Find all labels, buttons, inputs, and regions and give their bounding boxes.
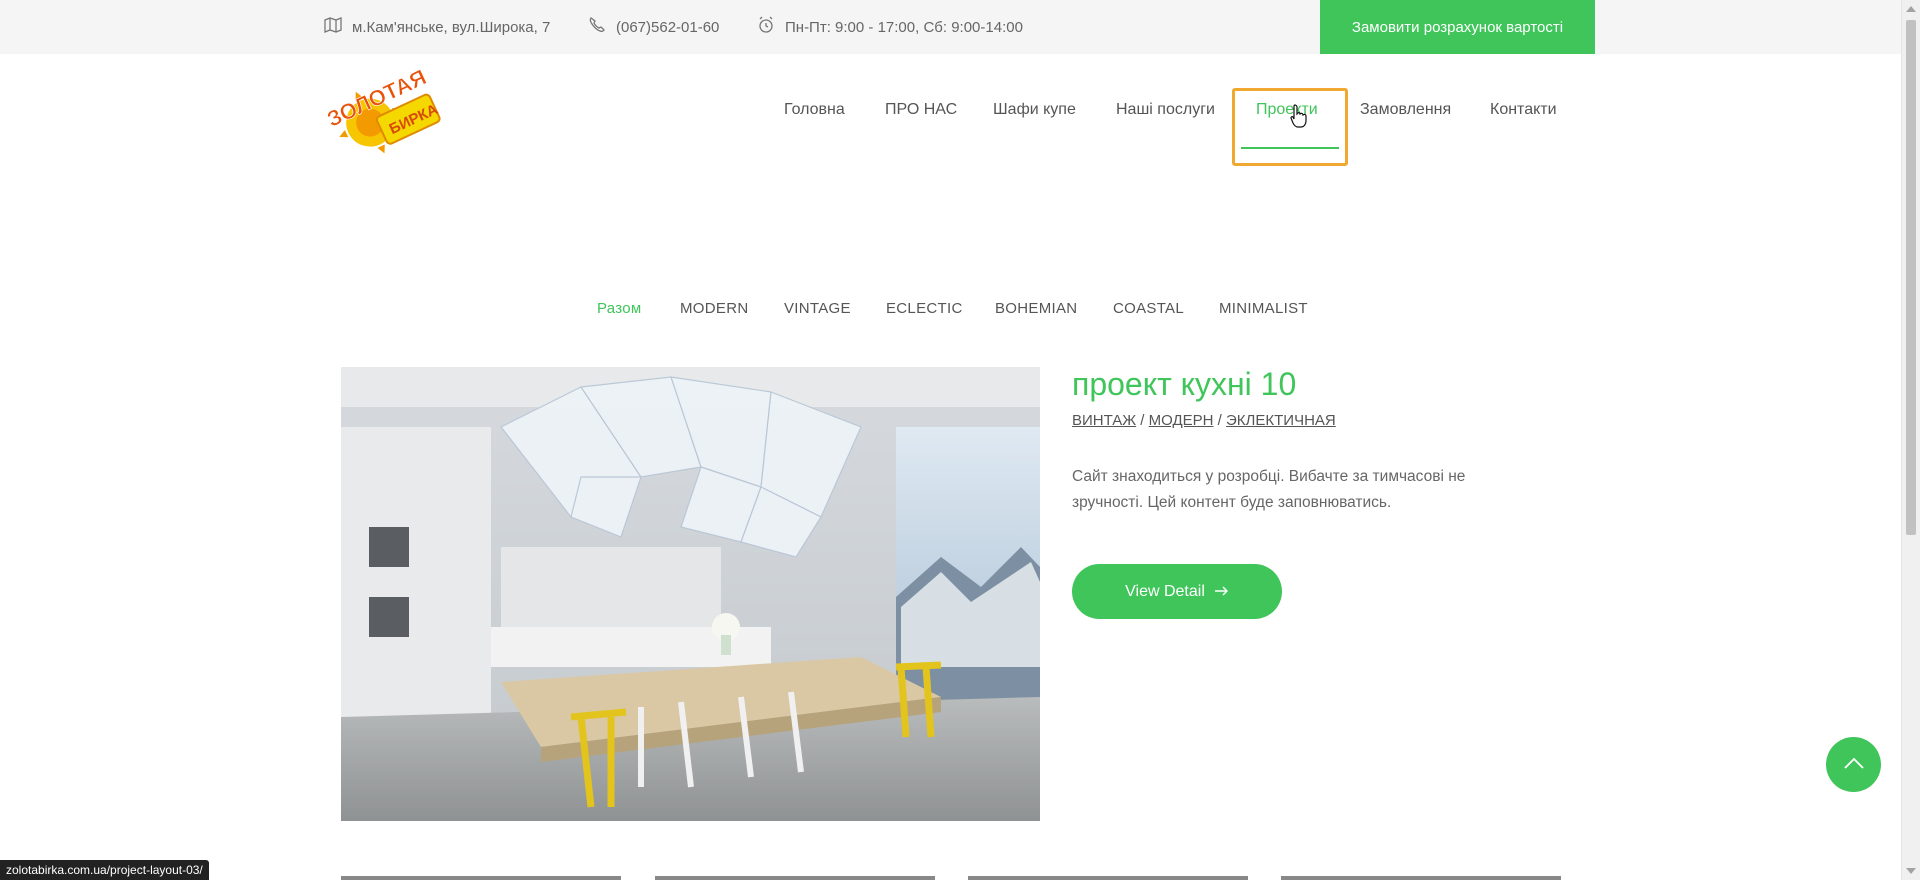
nav-contacts[interactable]: Контакти <box>1490 90 1557 130</box>
nav-about[interactable]: ПРО НАС <box>885 90 957 130</box>
view-detail-label: View Detail <box>1125 582 1205 600</box>
filter-all[interactable]: Разом <box>597 296 642 320</box>
chevron-up-icon <box>1843 756 1864 774</box>
filter-bohemian[interactable]: BOHEMIAN <box>995 296 1077 320</box>
view-detail-button[interactable]: View Detail <box>1072 564 1282 619</box>
next-project-thumb[interactable] <box>1281 876 1561 880</box>
scroll-down-icon[interactable] <box>1906 868 1916 874</box>
project-tags: ВИНТАЖ / МОДЕРН / ЭКЛЕКТИЧНАЯ <box>1072 412 1336 429</box>
nav-wardrobes[interactable]: Шафи купе <box>993 90 1076 130</box>
address-text: м.Кам'янське, вул.Широка, 7 <box>352 18 551 36</box>
vertical-scrollbar[interactable] <box>1901 0 1920 880</box>
phone-icon <box>588 16 616 38</box>
link-status-url: zolotabirka.com.ua/project-layout-03/ <box>0 860 209 880</box>
hand-cursor-icon <box>1290 104 1308 133</box>
filter-modern[interactable]: MODERN <box>680 296 748 320</box>
address-info: м.Кам'янське, вул.Широка, 7 <box>324 0 550 54</box>
project-image[interactable] <box>341 367 1040 821</box>
next-project-thumb[interactable] <box>655 876 935 880</box>
filter-coastal[interactable]: COASTAL <box>1113 296 1184 320</box>
map-icon <box>324 17 352 37</box>
site-logo[interactable]: ЗОЛОТАЯ БИРКА <box>323 64 450 169</box>
next-project-thumb[interactable] <box>968 876 1248 880</box>
top-bar: м.Кам'янське, вул.Широка, 7 (067)562-01-… <box>0 0 1902 54</box>
next-project-thumb[interactable] <box>341 876 621 880</box>
scroll-up-icon[interactable] <box>1906 6 1916 12</box>
clock-icon <box>757 16 785 38</box>
filter-eclectic[interactable]: ECLECTIC <box>886 296 963 320</box>
filter-minimalist[interactable]: MINIMALIST <box>1219 296 1308 320</box>
nav-orders[interactable]: Замовлення <box>1360 90 1451 130</box>
nav-home[interactable]: Головна <box>784 90 845 130</box>
project-title: проект кухні 10 <box>1072 366 1297 402</box>
back-to-top-button[interactable] <box>1826 737 1881 792</box>
phone-text[interactable]: (067)562-01-60 <box>616 19 719 36</box>
nav-services[interactable]: Наші послуги <box>1116 90 1215 130</box>
filter-vintage[interactable]: VINTAGE <box>784 296 851 320</box>
arrow-right-icon <box>1214 583 1229 601</box>
phone-info: (067)562-01-60 <box>588 0 719 54</box>
tag-vintage[interactable]: ВИНТАЖ <box>1072 412 1136 429</box>
hours-text: Пн-Пт: 9:00 - 17:00, Сб: 9:00-14:00 <box>785 18 1023 36</box>
project-description: Сайт знаходиться у розробці. Вибачте за … <box>1072 468 1466 511</box>
hours-info: Пн-Пт: 9:00 - 17:00, Сб: 9:00-14:00 <box>757 0 1023 54</box>
scrollbar-thumb[interactable] <box>1906 20 1916 535</box>
tag-eclectic[interactable]: ЭКЛЕКТИЧНАЯ <box>1226 412 1336 429</box>
tag-modern[interactable]: МОДЕРН <box>1149 412 1214 429</box>
order-estimate-button[interactable]: Замовити розрахунок вартості <box>1320 0 1595 54</box>
